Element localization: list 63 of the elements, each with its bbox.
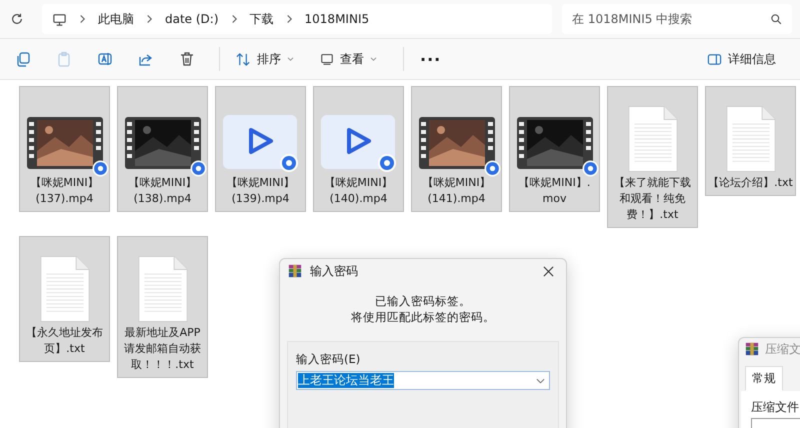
- file-name: 【咪妮MINI】 (141).mp4: [422, 175, 491, 207]
- file-name: 【永久地址发布 页】.txt: [26, 325, 103, 357]
- file-name: 【咪妮MINI】 (140).mp4: [324, 175, 393, 207]
- search-field[interactable]: 在 1018MINI5 中搜索: [562, 4, 792, 34]
- file-tile[interactable]: 【咪妮MINI】. mov: [509, 86, 600, 212]
- file-tile[interactable]: 【咪妮MINI】 (139).mp4: [215, 86, 306, 212]
- text-file-icon: [626, 105, 678, 173]
- chevron-icon: [286, 14, 293, 24]
- media-badge-icon: [484, 160, 500, 177]
- file-name: 【来了就能下载 和观看！纯免 费！】.txt: [614, 175, 691, 223]
- file-name: 最新地址及APP 请发邮箱自动获 取！！！.txt: [124, 325, 201, 373]
- field-label: 输入密码(E): [296, 352, 362, 367]
- text-file-icon: [136, 255, 188, 323]
- file-name: 【咪妮MINI】 (137).mp4: [30, 175, 99, 207]
- chevron-icon: [230, 14, 238, 24]
- sort-icon: [236, 52, 251, 66]
- media-badge-icon: [582, 160, 598, 177]
- breadcrumb[interactable]: 1018MINI5: [304, 12, 370, 26]
- dialog-message: 已输入密码标签。 将使用匹配此标签的密码。: [350, 293, 496, 325]
- media-badge-icon: [92, 160, 108, 177]
- more-button[interactable]: ···: [412, 46, 450, 72]
- file-tile[interactable]: 最新地址及APP 请发邮箱自动获 取！！！.txt: [117, 236, 208, 378]
- file-tile[interactable]: 【论坛介绍】.txt: [705, 86, 796, 196]
- file-name: 【咪妮MINI】. mov: [518, 175, 590, 207]
- field-label: 压缩文件: [751, 399, 800, 416]
- password-field[interactable]: 上老王论坛当老王: [296, 371, 550, 390]
- media-badge-icon: [190, 160, 206, 177]
- address-bar[interactable]: 此电脑 date (D:) 下载 1018MINI5: [42, 4, 552, 34]
- caret-icon: [287, 56, 294, 62]
- monitor-icon: [320, 52, 334, 66]
- file-tile[interactable]: 【来了就能下载 和观看！纯免 费！】.txt: [607, 86, 698, 228]
- file-name: 【咪妮MINI】 (138).mp4: [128, 175, 197, 207]
- refresh-icon[interactable]: [10, 12, 24, 26]
- details-button[interactable]: 详细信息: [699, 46, 784, 72]
- tab[interactable]: 常规: [745, 366, 783, 391]
- chevron-icon: [79, 14, 86, 24]
- details-pane-icon: [707, 52, 722, 66]
- close-icon[interactable]: [543, 266, 554, 276]
- caret-icon: [370, 56, 377, 62]
- text-file-icon: [38, 255, 90, 323]
- chevron-icon: [146, 14, 153, 24]
- view-button[interactable]: 查看: [312, 46, 385, 72]
- breadcrumb[interactable]: 下载: [250, 10, 274, 28]
- file-name: 【咪妮MINI】 (139).mp4: [226, 175, 295, 207]
- file-tile[interactable]: 【咪妮MINI】 (140).mp4: [313, 86, 404, 212]
- file-tile[interactable]: 【咪妮MINI】 (137).mp4: [19, 86, 110, 212]
- sort-button[interactable]: 排序: [228, 46, 302, 72]
- file-name: 【论坛介绍】.txt: [708, 175, 793, 191]
- computer-icon: [52, 12, 67, 26]
- dialog-title: 输入密码: [310, 262, 358, 280]
- video-file-icon: [222, 113, 298, 173]
- breadcrumb[interactable]: date (D:): [165, 12, 219, 26]
- archive-app-icon: [745, 342, 759, 356]
- text-file-icon: [724, 105, 776, 173]
- archive-app-icon: [288, 264, 302, 278]
- breadcrumb[interactable]: 此电脑: [98, 10, 134, 28]
- dropdown-caret-icon: [536, 378, 545, 384]
- file-tile[interactable]: 【永久地址发布 页】.txt: [19, 236, 110, 362]
- file-tile[interactable]: 【咪妮MINI】 (141).mp4: [411, 86, 502, 212]
- file-tile[interactable]: 【咪妮MINI】 (138).mp4: [117, 86, 208, 212]
- dialog-title: 压缩文: [765, 340, 800, 358]
- search-icon: [770, 13, 782, 25]
- video-file-icon: [320, 113, 396, 173]
